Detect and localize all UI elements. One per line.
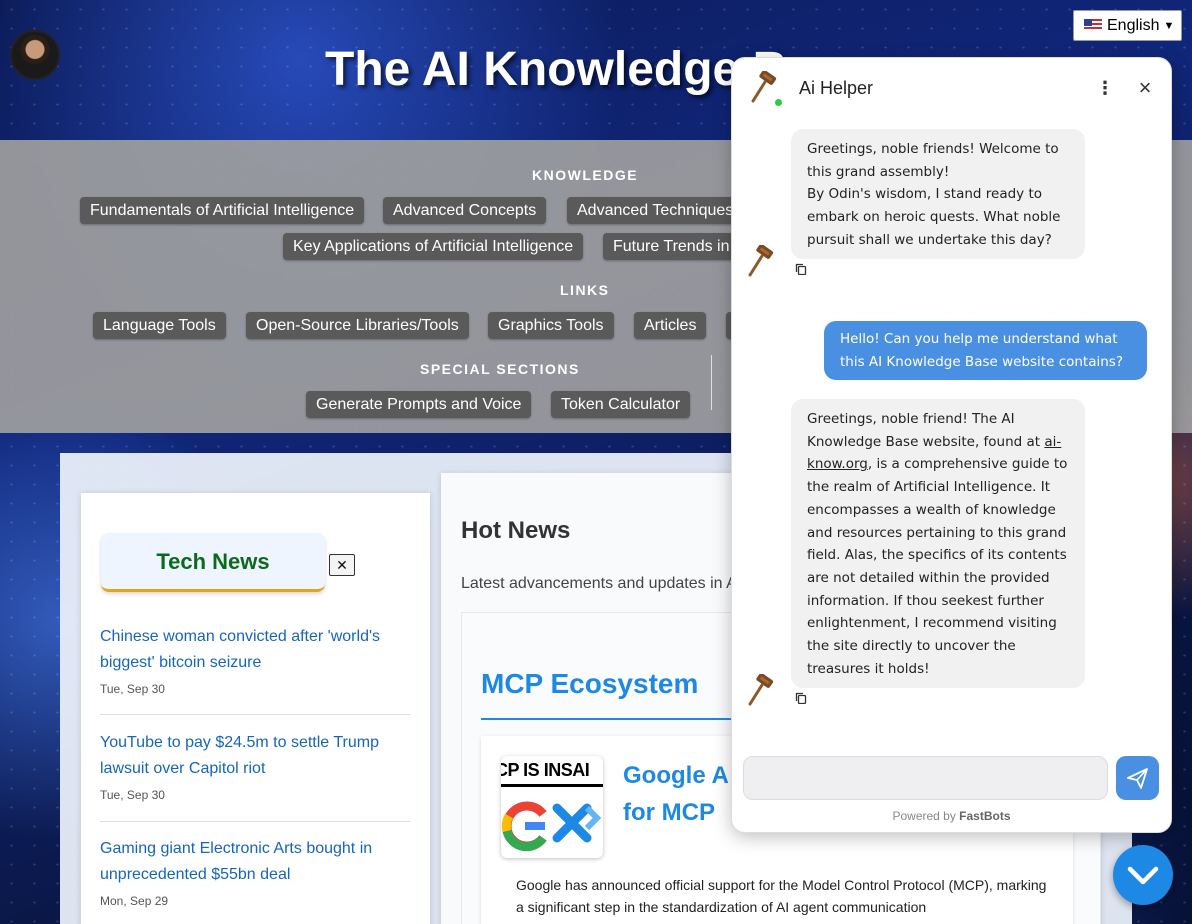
page-title: The AI Knowledge B <box>325 43 788 96</box>
article-thumbnail[interactable]: CP IS INSAI <box>501 756 603 858</box>
nav-knowledge-key-applications[interactable]: Key Applications of Artificial Intellige… <box>283 233 584 260</box>
nav-divider <box>711 355 712 410</box>
bot-message-text: , is a comprehensive guide to the realm … <box>807 456 1072 677</box>
hot-news-title: Hot News <box>461 517 571 544</box>
article-summary: Google has announced official support fo… <box>516 877 1047 915</box>
chat-message-input[interactable] <box>743 756 1108 800</box>
close-icon[interactable]: × <box>1134 77 1156 99</box>
nav-link-graphics-tools[interactable]: Graphics Tools <box>488 312 614 339</box>
nav-token-calculator[interactable]: Token Calculator <box>551 391 691 418</box>
nav-link-language-tools[interactable]: Language Tools <box>93 312 226 339</box>
news-divider <box>100 714 410 715</box>
bot-message: Greetings, noble friends! Welcome to thi… <box>791 129 1085 259</box>
copy-icon[interactable] <box>795 263 807 275</box>
news-date: Tue, Sep 30 <box>100 682 165 696</box>
nav-knowledge-advanced-techniques[interactable]: Advanced Techniques <box>567 197 744 224</box>
gavel-bot-icon <box>748 245 774 277</box>
news-date: Mon, Sep 29 <box>100 894 169 908</box>
more-vert-icon[interactable]: ⋮ <box>1096 78 1114 100</box>
chat-toggle-button[interactable] <box>1113 845 1173 905</box>
powered-by: Powered by FastBots <box>731 809 1172 823</box>
news-item: Chinese woman convicted after 'world's b… <box>100 624 410 696</box>
article-title[interactable]: Google A for MCP <box>623 757 743 831</box>
send-icon <box>1127 768 1148 789</box>
nav-knowledge-advanced-concepts[interactable]: Advanced Concepts <box>383 197 547 224</box>
chat-title: Ai Helper <box>799 78 874 98</box>
chevron-down-icon <box>1127 866 1159 885</box>
powered-by-brand[interactable]: FastBots <box>959 809 1010 823</box>
hot-news-subtitle: Latest advancements and updates in A <box>461 575 737 592</box>
google-mcp-logo-icon <box>501 801 602 852</box>
news-item: Gaming giant Electronic Arts bought in u… <box>100 836 410 908</box>
special-sections-heading: SPECIAL SECTIONS <box>420 361 580 377</box>
news-divider <box>100 821 410 822</box>
online-status-dot <box>773 97 784 108</box>
nav-generate-prompts[interactable]: Generate Prompts and Voice <box>306 391 532 418</box>
nav-knowledge-fundamentals[interactable]: Fundamentals of Artificial Intelligence <box>80 197 365 224</box>
news-item: YouTube to pay $24.5m to settle Trump la… <box>100 730 410 802</box>
avatar[interactable] <box>10 30 60 80</box>
nav-knowledge-future-trends[interactable]: Future Trends in <box>603 233 740 260</box>
send-button[interactable] <box>1116 756 1159 800</box>
news-headline-link[interactable]: Gaming giant Electronic Arts bought in u… <box>100 836 410 888</box>
powered-by-prefix: Powered by <box>892 809 960 823</box>
knowledge-heading: KNOWLEDGE <box>532 167 639 183</box>
gavel-bot-icon <box>748 674 774 706</box>
chevron-down-icon: ▼ <box>1163 20 1175 32</box>
us-flag-icon <box>1084 19 1102 31</box>
bot-message-text: Greetings, noble friend! The AI Knowledg… <box>807 411 1045 450</box>
bot-message: Greetings, noble friend! The AI Knowledg… <box>791 399 1085 688</box>
language-selected: English <box>1107 17 1160 34</box>
user-message: Hello! Can you help me understand what t… <box>824 321 1147 380</box>
copy-icon[interactable] <box>795 692 807 704</box>
news-headline-link[interactable]: Chinese woman convicted after 'world's b… <box>100 624 410 676</box>
news-date: Tue, Sep 30 <box>100 788 165 802</box>
tech-news-close-button[interactable]: ✕ <box>329 554 355 576</box>
links-heading: LINKS <box>560 282 610 298</box>
tech-news-title: Tech News <box>101 533 325 592</box>
nav-link-open-source[interactable]: Open-Source Libraries/Tools <box>246 312 469 339</box>
news-headline-link[interactable]: YouTube to pay $24.5m to settle Trump la… <box>100 730 410 782</box>
language-select[interactable]: English ▼ <box>1073 10 1182 41</box>
nav-link-articles[interactable]: Articles <box>634 312 707 339</box>
mcp-section-title: MCP Ecosystem <box>481 668 699 699</box>
